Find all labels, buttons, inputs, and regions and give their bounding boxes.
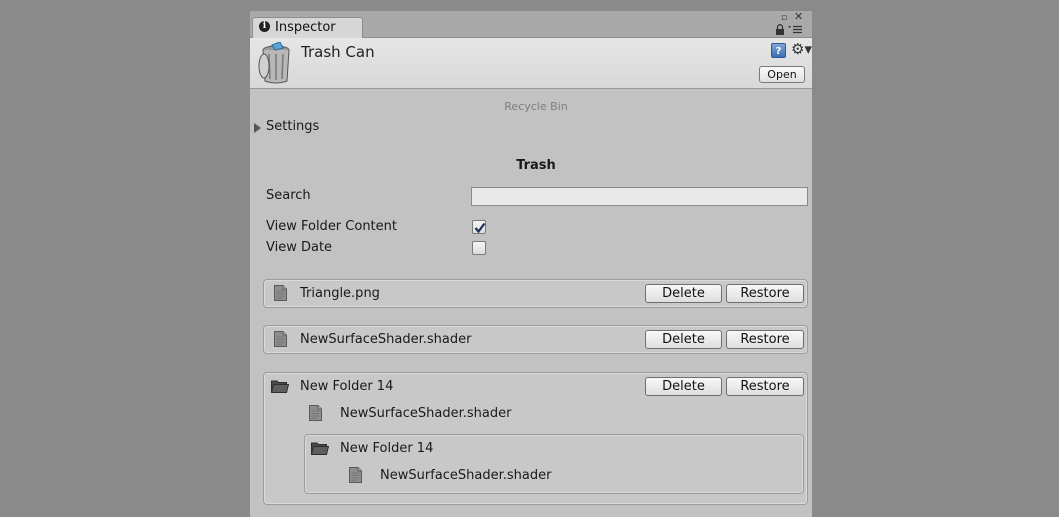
close-icon[interactable]: ✕ [794,11,803,23]
open-button[interactable]: Open [759,66,805,83]
maximize-icon[interactable]: ▫ [781,12,787,24]
trash-item: NewSurfaceShader.shader Delete Restore [263,325,808,354]
subtitle: Recycle Bin [504,100,568,113]
view-date-label: View Date [266,240,333,255]
help-icon[interactable]: ? [771,43,786,58]
file-icon [309,405,322,421]
delete-button[interactable]: Delete [645,284,722,303]
settings-foldout[interactable]: Settings [266,119,319,134]
view-date-checkbox[interactable] [472,241,486,255]
lock-icon[interactable] [775,24,785,38]
file-icon [349,467,362,483]
item-name: Triangle.png [300,286,380,301]
section-title: Trash [516,158,556,173]
delete-button[interactable]: Delete [645,330,722,349]
tab-label: Inspector [275,20,336,35]
asset-title: Trash Can [301,43,375,61]
nested-folder-item: New Folder 14 NewSurfaceShader.shader [304,434,804,494]
tab-bar: i Inspector ▫ ✕ [250,11,812,38]
restore-button[interactable]: Restore [726,284,804,303]
file-icon [274,285,287,301]
file-icon [274,331,287,347]
trash-can-icon [258,42,290,84]
gear-icon[interactable]: ⚙▾ [791,40,812,58]
restore-button[interactable]: Restore [726,330,804,349]
item-name: New Folder 14 [300,379,394,394]
view-folder-content-label: View Folder Content [266,219,397,234]
restore-button[interactable]: Restore [726,377,804,396]
inspector-window: i Inspector ▫ ✕ Trash Can ? ⚙▾ Open Recy… [250,11,812,517]
tab-inspector[interactable]: i Inspector [252,17,363,38]
folder-icon [311,441,329,455]
item-name: New Folder 14 [340,441,434,456]
checkmark-icon [474,222,486,234]
search-label: Search [266,188,311,203]
child-item-name: NewSurfaceShader.shader [380,468,552,483]
folder-icon [271,379,289,393]
child-item-name: NewSurfaceShader.shader [340,406,512,421]
foldout-arrow-icon[interactable] [254,123,261,133]
info-icon: i [259,21,270,32]
search-input[interactable] [471,187,808,206]
asset-header: Trash Can ? ⚙▾ Open [250,38,812,89]
view-folder-content-checkbox[interactable] [472,220,486,234]
item-name: NewSurfaceShader.shader [300,332,472,347]
menu-icon[interactable] [788,25,802,37]
trash-item: Triangle.png Delete Restore [263,279,808,308]
delete-button[interactable]: Delete [645,377,722,396]
